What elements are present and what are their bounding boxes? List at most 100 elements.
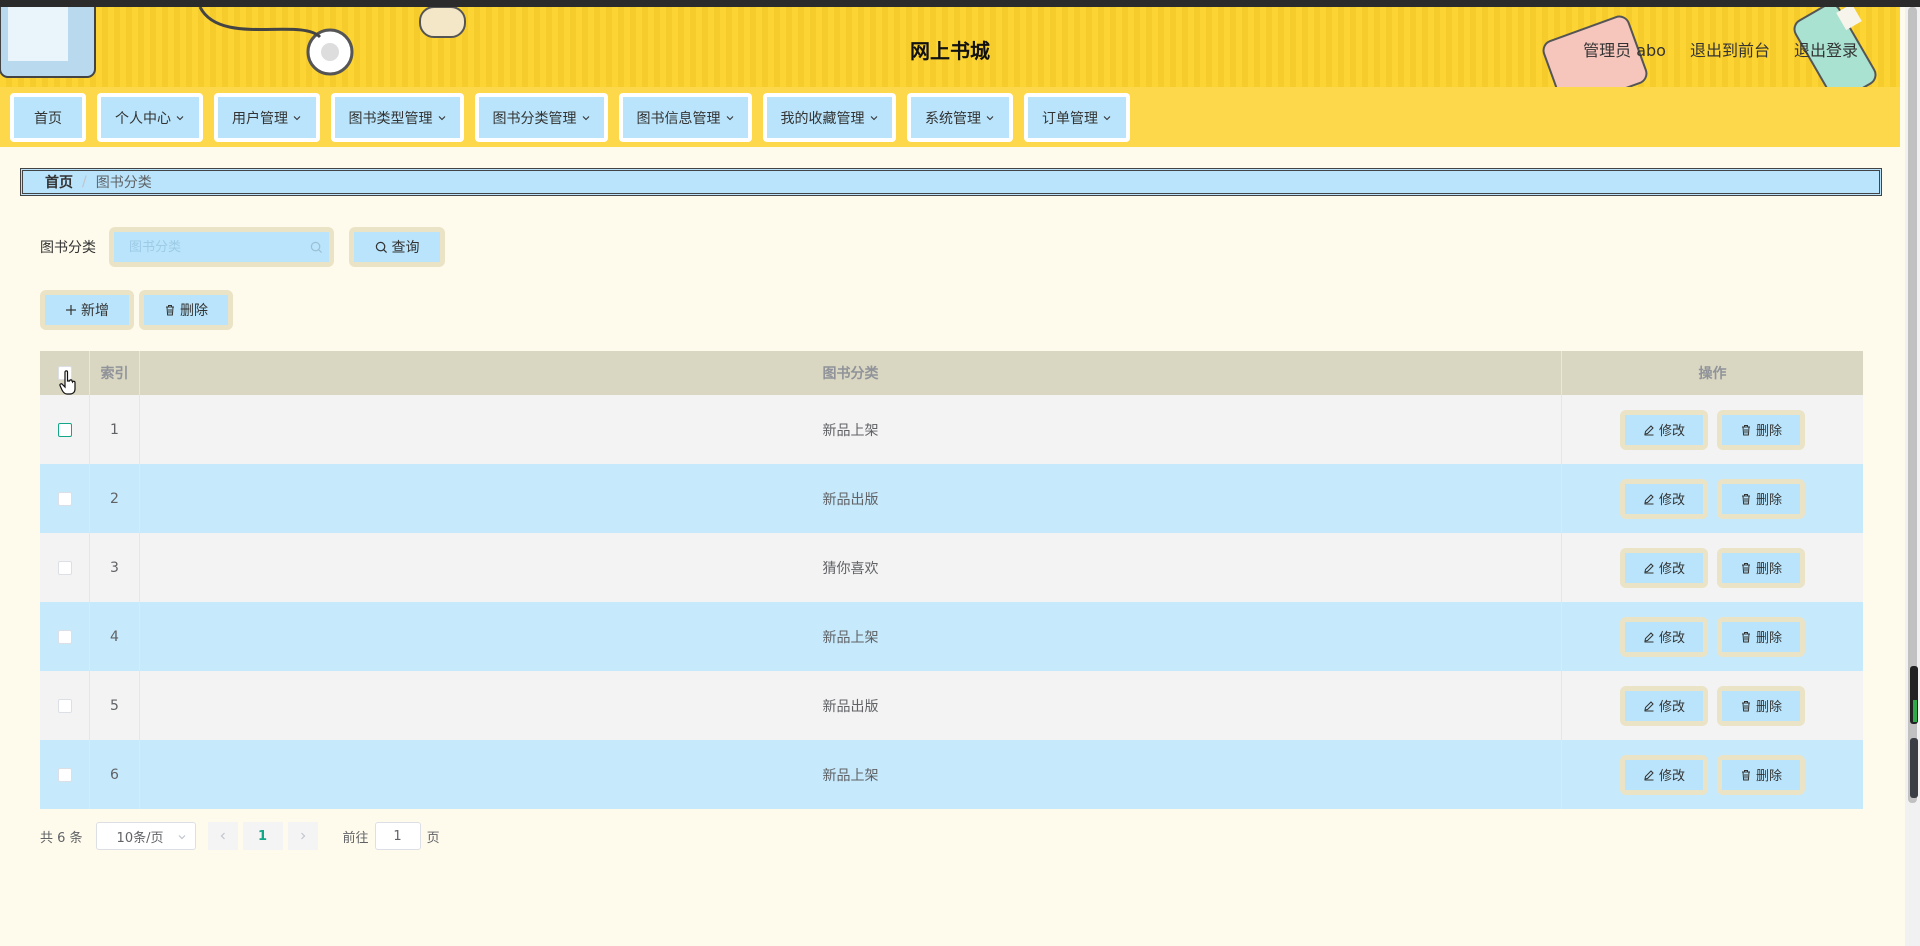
- edit-button-label: 修改: [1658, 700, 1685, 715]
- nav-item-button[interactable]: 图书分类管理: [479, 97, 604, 138]
- edit-icon: [1644, 493, 1654, 504]
- row-checkbox-cell: [40, 602, 90, 671]
- chevron-right-icon: [300, 832, 305, 840]
- row-category: 新品出版: [140, 671, 1562, 740]
- delete-button[interactable]: 删除: [1722, 414, 1800, 445]
- edit-button[interactable]: 修改: [1625, 552, 1703, 583]
- nav-item-label: 图书信息管理: [636, 110, 721, 127]
- nav-item-label: 订单管理: [1042, 110, 1098, 127]
- table-row: 1 新品上架 修改 删除: [40, 395, 1863, 464]
- category-search-input[interactable]: [129, 239, 309, 255]
- trash-icon: [1741, 700, 1750, 711]
- nav-item-label: 图书分类管理: [492, 110, 577, 127]
- batch-delete-button-frame: 删除: [139, 290, 233, 330]
- edit-icon: [1644, 631, 1654, 642]
- trash-icon: [1741, 424, 1750, 435]
- batch-delete-button[interactable]: 删除: [144, 295, 228, 325]
- edit-button-label: 修改: [1658, 493, 1685, 508]
- row-category: 新品出版: [140, 464, 1562, 533]
- nav-item-6[interactable]: 我的收藏管理: [763, 93, 896, 142]
- table-row: 2 新品出版 修改 删除: [40, 464, 1863, 533]
- delete-button[interactable]: 删除: [1722, 759, 1800, 790]
- row-operations: 修改 删除: [1562, 602, 1863, 671]
- edit-button[interactable]: 修改: [1625, 621, 1703, 652]
- exit-to-frontend-link[interactable]: 退出到前台: [1690, 37, 1770, 61]
- breadcrumb-home[interactable]: 首页: [45, 172, 73, 192]
- search-icon: [310, 241, 323, 254]
- search-field-box: [114, 232, 329, 262]
- nav-item-label: 系统管理: [925, 110, 981, 127]
- row-checkbox[interactable]: [57, 629, 72, 644]
- row-checkbox[interactable]: [57, 560, 72, 575]
- nav-item-button[interactable]: 系统管理: [911, 97, 1009, 138]
- trash-icon: [1741, 562, 1750, 573]
- row-checkbox[interactable]: [57, 767, 72, 782]
- nav-item-4[interactable]: 图书分类管理: [475, 93, 608, 142]
- action-bar: 新增 删除: [40, 290, 233, 330]
- nav-item-button[interactable]: 用户管理: [218, 97, 316, 138]
- add-button-label: 新增: [81, 303, 109, 319]
- mouse-pointer-hand-icon: [59, 370, 76, 395]
- delete-button-frame: 删除: [1717, 409, 1805, 450]
- row-checkbox[interactable]: [57, 422, 72, 437]
- edit-button[interactable]: 修改: [1625, 483, 1703, 514]
- nav-item-button[interactable]: 图书类型管理: [335, 97, 460, 138]
- table-row: 4 新品上架 修改 删除: [40, 602, 1863, 671]
- page-scrollbar[interactable]: [1905, 7, 1920, 946]
- nav-item-7[interactable]: 系统管理: [907, 93, 1013, 142]
- delete-button[interactable]: 删除: [1722, 621, 1800, 652]
- nav-item-button[interactable]: 个人中心: [101, 97, 199, 138]
- page-size-value: 10条/页: [116, 830, 164, 846]
- window-top-bar: [0, 0, 1920, 7]
- query-button[interactable]: 查询: [354, 232, 440, 262]
- delete-button[interactable]: 删除: [1722, 690, 1800, 721]
- delete-button[interactable]: 删除: [1722, 552, 1800, 583]
- nav-item-button[interactable]: 图书信息管理: [623, 97, 748, 138]
- row-operations: 修改 删除: [1562, 464, 1863, 533]
- nav-item-button[interactable]: 我的收藏管理: [767, 97, 892, 138]
- nav-item-5[interactable]: 图书信息管理: [619, 93, 752, 142]
- main-nav: 首页 个人中心 用户管理 图书类型管理 图书分类管理 图书信息管理 我的收藏管理 系统管理 订单…: [0, 87, 1900, 147]
- table-body: 1 新品上架 修改 删除 2 新品出版 修改 删除 3 猜你喜欢 修改 删除 4 新品上架 修改 删除 5 新品出…: [40, 395, 1863, 809]
- prev-page-button[interactable]: [207, 822, 238, 850]
- nav-item-8[interactable]: 订单管理: [1024, 93, 1130, 142]
- edit-button[interactable]: 修改: [1625, 690, 1703, 721]
- query-button-label: 查询: [391, 240, 420, 256]
- nav-item-2[interactable]: 用户管理: [214, 93, 320, 142]
- logout-link[interactable]: 退出登录: [1794, 37, 1858, 61]
- breadcrumb: 首页 / 图书分类: [20, 168, 1882, 196]
- nav-item-1[interactable]: 个人中心: [97, 93, 203, 142]
- add-button[interactable]: 新增: [45, 295, 129, 325]
- row-index: 3: [90, 533, 140, 602]
- nav-item-button[interactable]: 首页: [14, 97, 82, 138]
- breadcrumb-current: 图书分类: [95, 175, 152, 191]
- edit-button[interactable]: 修改: [1625, 414, 1703, 445]
- table-row: 3 猜你喜欢 修改 删除: [40, 533, 1863, 602]
- admin-user-label[interactable]: 管理员 abo: [1583, 37, 1666, 61]
- delete-button-label: 删除: [1755, 562, 1782, 577]
- delete-button-label: 删除: [1755, 769, 1782, 784]
- search-label: 图书分类: [40, 240, 96, 256]
- page-navigation: 1: [207, 822, 318, 850]
- row-checkbox[interactable]: [57, 698, 72, 713]
- goto-label: 前往: [342, 830, 369, 846]
- row-operations: 修改 删除: [1562, 671, 1863, 740]
- search-icon: [375, 241, 387, 253]
- row-checkbox[interactable]: [57, 491, 72, 506]
- nav-item-0[interactable]: 首页: [10, 93, 86, 142]
- chevron-down-icon: [1103, 115, 1111, 120]
- plus-icon: [66, 305, 76, 315]
- nav-item-3[interactable]: 图书类型管理: [331, 93, 464, 142]
- delete-button[interactable]: 删除: [1722, 483, 1800, 514]
- page-number-current[interactable]: 1: [242, 822, 283, 850]
- page-size-select[interactable]: 10条/页: [95, 822, 196, 850]
- goto-page-input[interactable]: 1: [374, 822, 421, 850]
- nav-item-label: 我的收藏管理: [780, 110, 865, 127]
- delete-button-frame: 删除: [1717, 478, 1805, 519]
- delete-button-frame: 删除: [1717, 685, 1805, 726]
- search-input-frame: [109, 227, 334, 267]
- nav-item-button[interactable]: 订单管理: [1028, 97, 1126, 138]
- delete-button-label: 删除: [1755, 631, 1782, 646]
- edit-button[interactable]: 修改: [1625, 759, 1703, 790]
- next-page-button[interactable]: [287, 822, 318, 850]
